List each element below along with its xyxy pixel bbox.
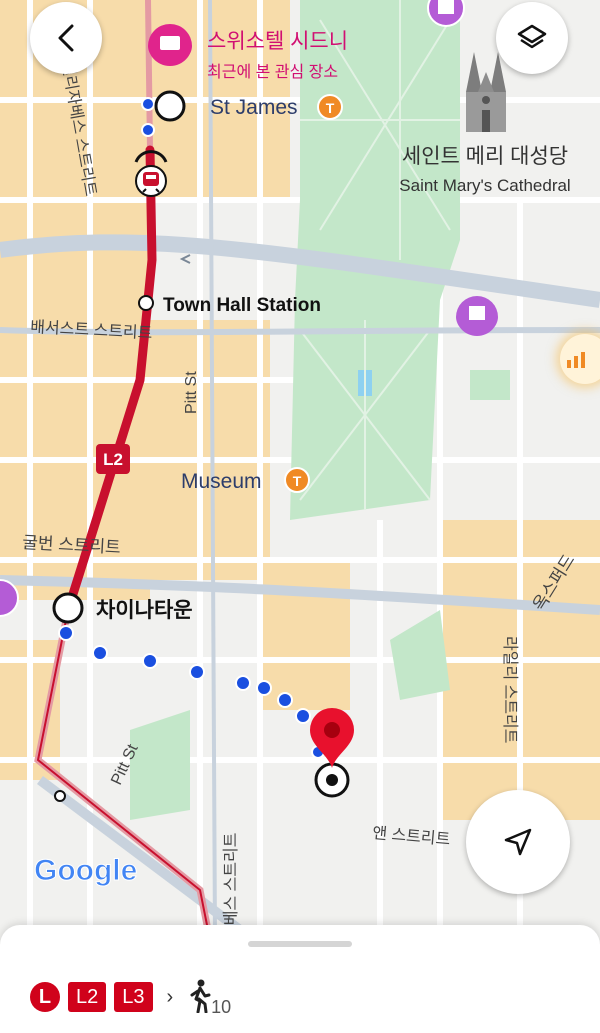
cathedral-label-en[interactable]: Saint Mary's Cathedral bbox=[399, 176, 570, 195]
locate-button[interactable] bbox=[466, 790, 570, 894]
walk-minutes: 10 bbox=[211, 997, 232, 1017]
l2-line-label: L2 bbox=[96, 444, 130, 474]
pitt-st-label: Pitt St bbox=[183, 371, 200, 414]
route-sheet[interactable]: L L2 L3 › 10 bbox=[0, 925, 600, 1033]
museum-label[interactable]: Museum bbox=[181, 470, 262, 493]
hotel-name-label[interactable]: 스위소텔 시드니 bbox=[207, 30, 348, 53]
back-icon bbox=[58, 24, 74, 52]
hotel-icon[interactable] bbox=[148, 24, 192, 66]
line-l2-badge: L2 bbox=[68, 982, 107, 1012]
svg-text:L2: L2 bbox=[103, 450, 123, 469]
cathedral-label-ko[interactable]: 세인트 메리 대성당 bbox=[402, 145, 568, 168]
riley-st-label: 라일리 스트리트 bbox=[501, 636, 519, 744]
town-hall-label[interactable]: Town Hall Station bbox=[163, 295, 321, 316]
line-l3-badge: L3 bbox=[114, 982, 153, 1012]
layers-button[interactable] bbox=[496, 2, 568, 74]
st-james-stop[interactable] bbox=[154, 90, 186, 122]
walk-segment: 10 bbox=[187, 977, 231, 1017]
small-park bbox=[470, 370, 510, 400]
chevron-right-icon: › bbox=[166, 985, 174, 1008]
layers-icon bbox=[517, 24, 547, 49]
chinatown-stop[interactable] bbox=[52, 592, 84, 624]
st-james-transit-badge: T bbox=[317, 94, 343, 120]
traffic-icon bbox=[567, 352, 585, 368]
google-logo: Google bbox=[34, 854, 137, 887]
poi-purple-icon[interactable] bbox=[427, 0, 465, 27]
chinatown-label[interactable]: 차이나타운 bbox=[96, 599, 193, 622]
chalmers-st-label: 차베스 스트리트 bbox=[222, 833, 240, 941]
svg-text:T: T bbox=[326, 100, 335, 116]
museum-transit-badge: T bbox=[284, 467, 310, 493]
line-l-badge: L bbox=[30, 982, 60, 1012]
southern-stop[interactable] bbox=[54, 790, 66, 802]
town-hall-stop[interactable] bbox=[138, 295, 154, 311]
route-summary[interactable]: L L2 L3 › 10 bbox=[30, 977, 231, 1017]
svg-text:T: T bbox=[293, 473, 302, 489]
hotel-sub-label: 최근에 본 관심 장소 bbox=[207, 63, 338, 81]
navigate-icon bbox=[504, 828, 532, 856]
st-james-label[interactable]: St James bbox=[210, 96, 298, 119]
walk-icon bbox=[190, 979, 211, 1013]
sheet-drag-handle[interactable] bbox=[248, 941, 352, 947]
back-button[interactable] bbox=[30, 2, 102, 74]
